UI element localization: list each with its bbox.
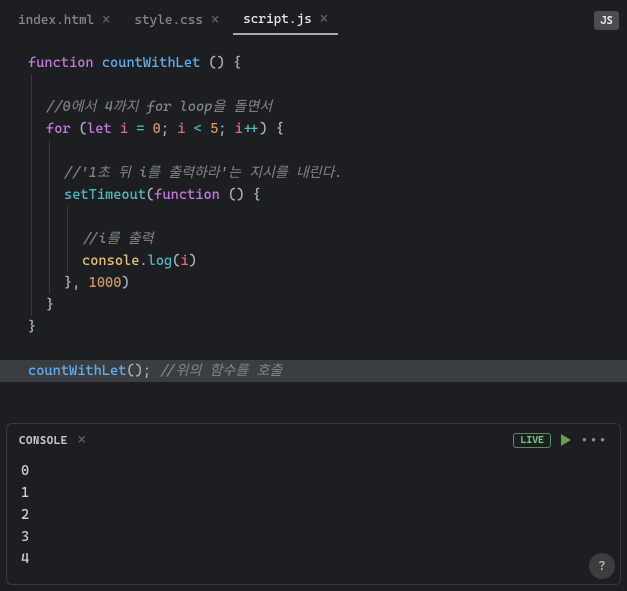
code-token: function: [28, 55, 94, 71]
console-output: 0 1 2 3 4: [7, 456, 620, 584]
code-token: countWithLet: [28, 363, 126, 379]
live-badge: LIVE: [513, 433, 550, 448]
tab-label: index.html: [18, 13, 94, 28]
code-token: =: [136, 121, 144, 137]
console-line: 3: [21, 526, 606, 548]
code-comment: //위의 함수를 호출: [151, 363, 282, 379]
tab-index-html[interactable]: index.html ×: [8, 6, 120, 34]
close-icon[interactable]: ×: [320, 11, 328, 27]
tab-label: style.css: [134, 13, 203, 28]
code-token: i: [177, 121, 185, 137]
tab-bar: index.html × style.css × script.js × JS: [0, 0, 627, 40]
code-token: countWithLet: [102, 55, 200, 71]
code-token: () {: [200, 55, 241, 71]
close-icon[interactable]: ×: [102, 12, 110, 28]
code-token: i: [235, 121, 243, 137]
code-token: i: [180, 253, 188, 269]
close-icon[interactable]: ×: [211, 12, 219, 28]
code-token: setTimeout: [64, 187, 146, 203]
tab-script-js[interactable]: script.js ×: [233, 5, 338, 35]
code-editor[interactable]: function countWithLet () { //0에서 4까지 for…: [0, 40, 627, 417]
code-token: ): [189, 253, 197, 269]
code-token: 1000: [89, 275, 122, 291]
code-comment: //0에서 4까지 for loop을 돌면서: [46, 99, 272, 115]
console-line: 0: [21, 460, 606, 482]
console-header: CONSOLE × LIVE •••: [7, 424, 620, 456]
code-token: i: [120, 121, 128, 137]
tab-style-css[interactable]: style.css ×: [124, 6, 229, 34]
code-token: log: [148, 253, 173, 269]
code-token: <: [194, 121, 202, 137]
code-token: ++: [243, 121, 259, 137]
code-token: (: [146, 187, 154, 203]
code-token: },: [64, 275, 89, 291]
code-token: for: [46, 121, 71, 137]
console-title: CONSOLE: [19, 434, 68, 447]
code-token: console: [82, 253, 139, 269]
play-icon[interactable]: [561, 434, 571, 446]
code-comment: //i를 출력: [82, 231, 153, 247]
language-badge: JS: [594, 11, 619, 30]
code-token: .: [139, 253, 147, 269]
code-token: ;: [218, 121, 226, 137]
console-panel: CONSOLE × LIVE ••• 0 1 2 3 4: [6, 423, 621, 585]
code-token: ) {: [259, 121, 284, 137]
help-button[interactable]: ?: [589, 553, 615, 579]
code-token: }: [46, 297, 54, 313]
tab-label: script.js: [243, 12, 312, 27]
code-token: let: [87, 121, 112, 137]
close-icon[interactable]: ×: [78, 432, 86, 448]
code-token: function: [154, 187, 220, 203]
code-token: ;: [161, 121, 169, 137]
menu-dots-icon[interactable]: •••: [581, 433, 608, 447]
code-token: 0: [153, 121, 161, 137]
console-line: 1: [21, 482, 606, 504]
console-line: 4: [21, 548, 606, 570]
code-token: () {: [220, 187, 261, 203]
code-token: }: [28, 319, 36, 335]
console-line: 2: [21, 504, 606, 526]
code-token: ): [121, 275, 129, 291]
code-comment: //'1초 뒤 i를 출력하라'는 지시를 내린다.: [64, 165, 343, 181]
code-token: ();: [126, 363, 151, 379]
help-icon: ?: [598, 559, 606, 574]
